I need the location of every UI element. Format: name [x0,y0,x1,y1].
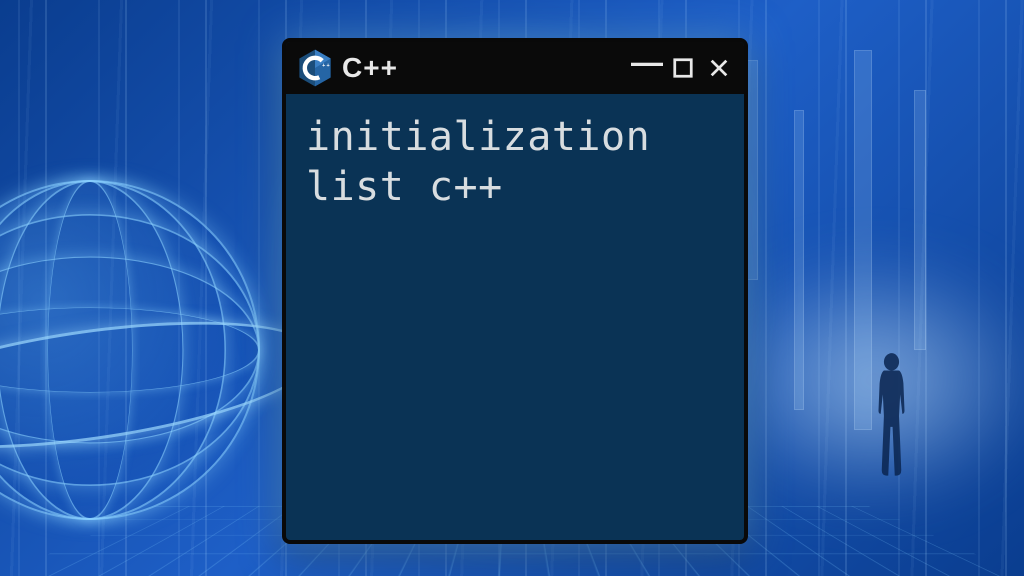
terminal-content: initialization list c++ [286,94,744,540]
minimize-button[interactable]: — [634,49,660,75]
maximize-button[interactable] [670,55,696,81]
close-button[interactable] [706,55,732,81]
cpp-logo-icon: + + [298,49,332,87]
svg-text:+: + [322,63,325,69]
window-title: C++ [342,52,398,84]
window-titlebar[interactable]: + + C++ — [286,42,744,94]
window-controls: — [634,55,732,81]
person-silhouette-icon [869,351,914,481]
svg-text:+: + [327,63,330,69]
globe-wireframe-icon [0,180,260,520]
terminal-window: + + C++ — initialization list c++ [282,38,748,544]
